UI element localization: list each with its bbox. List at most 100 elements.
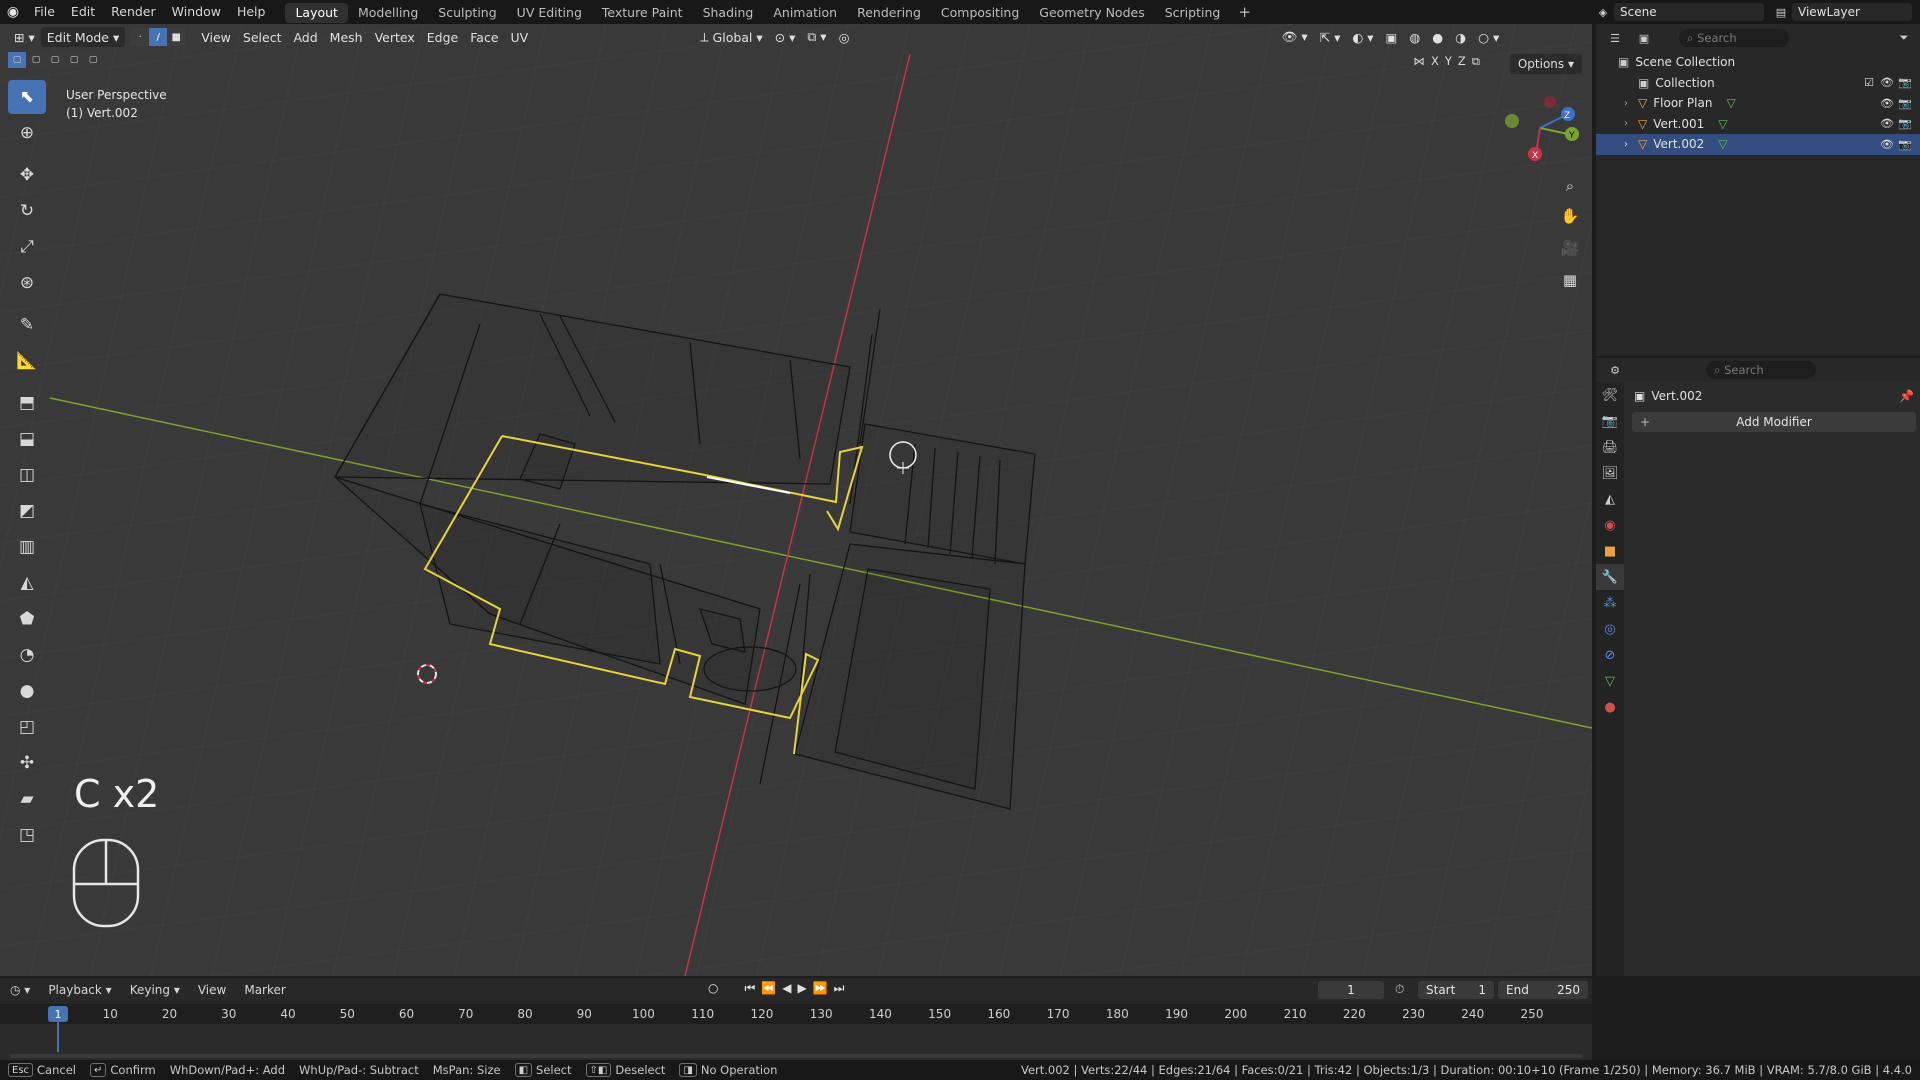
pin-icon[interactable]: 📌 <box>1899 389 1914 403</box>
edge-select-icon[interactable]: / <box>149 28 168 46</box>
mesh-data-icon[interactable]: ▽ <box>1718 137 1727 151</box>
menu-mesh[interactable]: Mesh <box>324 27 369 47</box>
menu-edit[interactable]: Edit <box>63 0 103 24</box>
physics-tab-icon[interactable]: ◎ <box>1596 616 1624 642</box>
pivot-point-icon[interactable]: ⊙ ▾ <box>769 27 802 47</box>
data-tab-icon[interactable]: ▽ <box>1596 668 1624 694</box>
editor-type-icon[interactable]: ⊞ ▾ <box>8 27 41 47</box>
add-workspace-icon[interactable]: + <box>1230 0 1259 24</box>
timeline-scrollbar[interactable] <box>10 1054 1582 1058</box>
timeline-track-area[interactable] <box>0 1024 1592 1060</box>
shading-solid-icon[interactable]: ● <box>1426 27 1449 47</box>
tab-modelling[interactable]: Modelling <box>348 3 428 23</box>
outliner-item-vert-001[interactable]: › ▽ Vert.001 ▽ 👁 📷 <box>1596 114 1920 135</box>
edge-slide-tool-icon[interactable]: ◰ <box>8 710 46 744</box>
eye-icon[interactable]: 👁 <box>1880 117 1894 131</box>
shear-tool-icon[interactable]: ▰ <box>8 782 46 816</box>
select-subtract-icon[interactable]: ▢ <box>46 52 64 68</box>
tab-layout[interactable]: Layout <box>285 3 348 23</box>
checkbox-icon[interactable]: ☑ <box>1862 76 1876 90</box>
camera-icon[interactable]: 📷 <box>1898 137 1912 151</box>
record-icon[interactable]: ○ <box>708 981 718 996</box>
menu-window[interactable]: Window <box>164 0 229 24</box>
render-tab-icon[interactable]: 📷 <box>1596 408 1624 434</box>
measure-tool-icon[interactable]: 📐 <box>8 344 46 378</box>
tool-tab-icon[interactable]: 🛠 <box>1596 382 1624 408</box>
camera-view-icon[interactable]: 🎥 <box>1557 235 1583 261</box>
menu-view[interactable]: View <box>195 27 237 47</box>
menu-help[interactable]: Help <box>229 0 274 24</box>
menu-keying[interactable]: Keying ▾ <box>130 983 180 997</box>
expand-arrow-icon[interactable]: › <box>1624 139 1628 150</box>
face-select-icon[interactable]: ■ <box>167 28 186 46</box>
jump-end-icon[interactable]: ⏭ <box>834 981 845 996</box>
move-tool-icon[interactable]: ✥ <box>8 158 46 192</box>
cursor-tool-icon[interactable]: ⊕ <box>8 116 46 150</box>
eye-icon[interactable]: 👁 <box>1880 137 1894 151</box>
outliner-scene-collection[interactable]: ▣ Scene Collection <box>1596 52 1920 73</box>
menu-face[interactable]: Face <box>464 27 504 47</box>
view-layer-field[interactable]: ViewLayer <box>1792 3 1912 21</box>
scene-tab-icon[interactable]: ◭ <box>1596 486 1624 512</box>
scene-field[interactable]: Scene <box>1614 3 1764 21</box>
menu-marker[interactable]: Marker <box>244 983 285 997</box>
xray-icon[interactable]: ▣ <box>1380 27 1404 47</box>
menu-file[interactable]: File <box>26 0 63 24</box>
world-tab-icon[interactable]: ◉ <box>1596 512 1624 538</box>
menu-add[interactable]: Add <box>287 27 323 47</box>
outliner-editor-icon[interactable]: ☰ <box>1607 30 1623 46</box>
mirror-y[interactable]: Y <box>1445 54 1452 69</box>
select-new-icon[interactable]: ▢ <box>8 52 26 68</box>
rotate-tool-icon[interactable]: ↻ <box>8 194 46 228</box>
blender-logo-icon[interactable]: ◉ <box>0 0 26 24</box>
loop-cut-tool-icon[interactable]: ▥ <box>8 530 46 564</box>
play-reverse-icon[interactable]: ◀ <box>782 981 791 996</box>
properties-editor-icon[interactable]: ⚙ <box>1607 362 1623 378</box>
expand-arrow-icon[interactable]: › <box>1624 118 1628 129</box>
tab-rendering[interactable]: Rendering <box>847 3 931 23</box>
tab-shading[interactable]: Shading <box>693 3 764 23</box>
menu-uv[interactable]: UV <box>505 27 535 47</box>
scale-tool-icon[interactable]: ⤢ <box>8 230 46 264</box>
3d-viewport[interactable]: Z Y X ⊞ ▾ Edit Mode ▾ · / ■ View Select … <box>0 24 1592 976</box>
play-icon[interactable]: ▶ <box>797 981 806 996</box>
object-tab-icon[interactable]: ■ <box>1596 538 1624 564</box>
jump-key-forward-icon[interactable]: ⏩ <box>813 981 828 996</box>
tab-uv-editing[interactable]: UV Editing <box>507 3 592 23</box>
menu-playback[interactable]: Playback ▾ <box>48 983 111 997</box>
mirror-z[interactable]: Z <box>1458 54 1466 69</box>
auto-merge-icon[interactable]: ⧉ <box>1472 54 1480 69</box>
current-frame-field[interactable]: 1 <box>1318 981 1384 999</box>
properties-search-input[interactable]: ⌕ Search <box>1706 361 1816 379</box>
start-frame-field[interactable]: Start 1 <box>1418 981 1494 999</box>
vertex-select-icon[interactable]: · <box>131 28 150 46</box>
shrink-fatten-tool-icon[interactable]: ✣ <box>8 746 46 780</box>
annotate-tool-icon[interactable]: ✎ <box>8 308 46 342</box>
camera-icon[interactable]: 📷 <box>1898 117 1912 131</box>
jump-key-back-icon[interactable]: ⏪ <box>761 981 776 996</box>
tab-geometry-nodes[interactable]: Geometry Nodes <box>1029 3 1154 23</box>
add-cube-tool-icon[interactable]: ⬒ <box>8 386 46 420</box>
eye-icon[interactable]: 👁 <box>1880 76 1894 90</box>
outliner-collection[interactable]: ▣ Collection ☑ 👁 📷 <box>1596 73 1920 94</box>
extrude-tool-icon[interactable]: ⬓ <box>8 422 46 456</box>
mesh-data-icon[interactable]: ▽ <box>1718 117 1727 131</box>
timeline-ruler[interactable]: 10 20 30 40 50 60 70 80 90 100 110 120 130 140 150 160 1… <box>0 1004 1592 1024</box>
shading-material-icon[interactable]: ◑ <box>1449 27 1472 47</box>
view-layer-icon[interactable]: ▤ <box>1773 4 1789 20</box>
jump-start-icon[interactable]: ⏮ <box>744 981 755 996</box>
scene-icon[interactable]: ◈ <box>1595 4 1611 20</box>
transform-tool-icon[interactable]: ⊛ <box>8 266 46 300</box>
select-extend-icon[interactable]: ▢ <box>27 52 45 68</box>
tab-sculpting[interactable]: Sculpting <box>428 3 506 23</box>
mirror-x[interactable]: X <box>1431 54 1439 69</box>
mirror-icon[interactable]: ⋈ <box>1413 54 1425 69</box>
select-tool-icon[interactable]: ⬉ <box>8 80 46 114</box>
outliner-search-input[interactable]: ⌕ Search <box>1679 29 1789 47</box>
mesh-data-icon[interactable]: ▽ <box>1726 96 1735 110</box>
spin-tool-icon[interactable]: ◔ <box>8 638 46 672</box>
proportional-edit-icon[interactable]: ◎ <box>833 27 856 47</box>
timeline-editor-icon[interactable]: ◷ ▾ <box>10 983 30 997</box>
material-tab-icon[interactable]: ● <box>1596 694 1624 720</box>
shading-wireframe-icon[interactable]: ◍ <box>1403 27 1426 47</box>
